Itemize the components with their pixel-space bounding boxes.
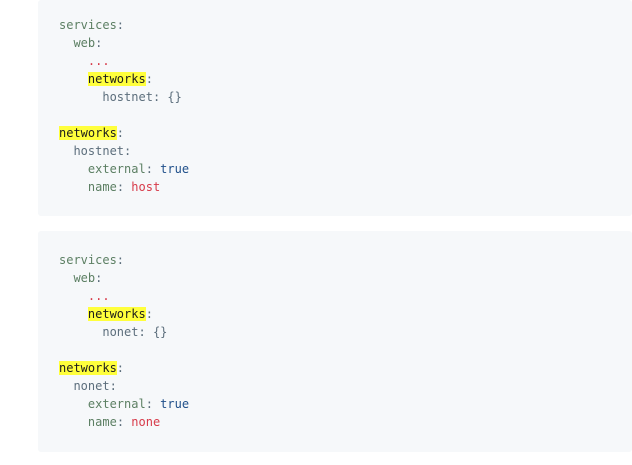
- code-line: ...: [59, 287, 189, 305]
- service-network-key: nonet: [102, 325, 139, 339]
- code-line: services:: [59, 251, 189, 269]
- ellipsis: ...: [87, 54, 110, 68]
- code-line: hostnet: {}: [59, 88, 189, 106]
- empty-mapping: {}: [152, 325, 168, 339]
- code-content: services: web: ... networks: nonet: {} ne…: [59, 251, 189, 431]
- name-value: none: [131, 415, 161, 429]
- external-key: external: [87, 397, 146, 411]
- code-line: nonet: {}: [59, 323, 189, 341]
- web-key: web: [73, 36, 96, 50]
- code-line: external: true: [59, 395, 189, 413]
- colon: :: [95, 271, 103, 285]
- services-key: services: [59, 18, 117, 32]
- code-line: hostnet:: [59, 142, 189, 160]
- code-line: networks:: [59, 70, 189, 88]
- external-value: true: [160, 397, 190, 411]
- code-line: networks:: [59, 124, 189, 142]
- code-line: name: host: [59, 178, 189, 196]
- colon: :: [116, 415, 125, 429]
- code-line: name: none: [59, 413, 189, 431]
- colon: :: [124, 144, 132, 158]
- services-key: services: [59, 253, 117, 267]
- code-line: services:: [59, 16, 189, 34]
- colon: :: [145, 72, 153, 86]
- name-key: name: [87, 415, 117, 429]
- external-value: true: [160, 162, 190, 176]
- web-key: web: [73, 271, 96, 285]
- empty-mapping: {}: [167, 90, 182, 104]
- colon: :: [116, 18, 125, 32]
- highlighted-top-networks-key: networks: [59, 126, 117, 140]
- colon: :: [152, 90, 161, 104]
- highlighted-networks-key: networks: [87, 307, 146, 321]
- code-block-hostnet: services: web: ... networks: hostnet: {}…: [38, 0, 632, 216]
- code-line: external: true: [59, 160, 189, 178]
- code-block-nonet: services: web: ... networks: nonet: {} ne…: [38, 231, 632, 452]
- highlighted-top-networks-key: networks: [59, 361, 117, 375]
- colon: :: [145, 162, 153, 176]
- code-line: nonet:: [59, 377, 189, 395]
- code-content: services: web: ... networks: hostnet: {}…: [59, 16, 189, 196]
- service-network-key: hostnet: [102, 90, 153, 104]
- name-key: name: [87, 180, 117, 194]
- ellipsis: ...: [87, 289, 110, 303]
- name-value: host: [131, 180, 161, 194]
- code-line: networks:: [59, 359, 189, 377]
- code-line: networks:: [59, 305, 189, 323]
- code-line: ...: [59, 52, 189, 70]
- network-name-key: nonet: [73, 379, 110, 393]
- code-line: web:: [59, 34, 189, 52]
- code-line: web:: [59, 269, 189, 287]
- colon: :: [145, 307, 153, 321]
- colon: :: [116, 126, 125, 140]
- colon: :: [116, 253, 125, 267]
- network-name-key: hostnet: [73, 144, 125, 158]
- highlighted-networks-key: networks: [87, 72, 146, 86]
- colon: :: [145, 397, 153, 411]
- colon: :: [116, 180, 125, 194]
- external-key: external: [87, 162, 146, 176]
- colon: :: [95, 36, 103, 50]
- colon: :: [109, 379, 117, 393]
- colon: :: [116, 361, 125, 375]
- colon: :: [138, 325, 146, 339]
